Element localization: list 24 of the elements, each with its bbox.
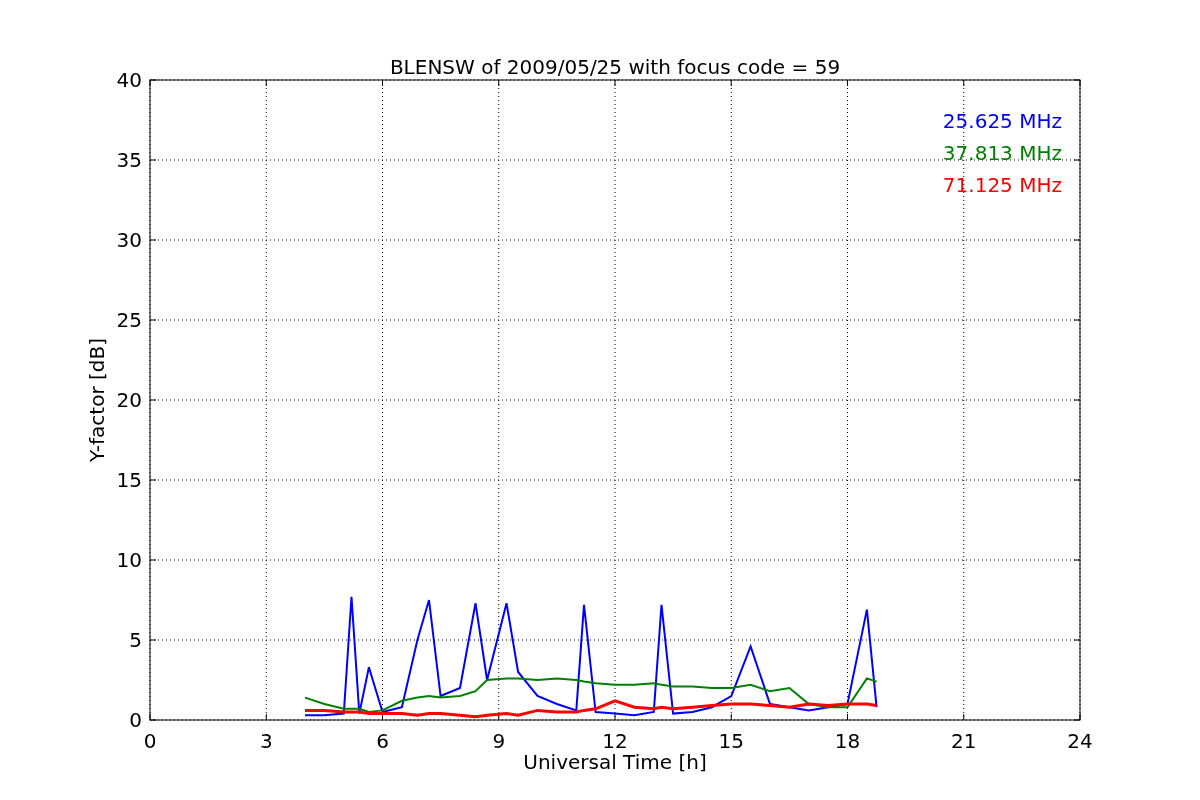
x-tick-label: 24	[1067, 729, 1093, 753]
x-tick-label: 18	[834, 729, 861, 753]
x-tick-label: 6	[376, 729, 389, 753]
chart-title: BLENSW of 2009/05/25 with focus code = 59	[389, 55, 841, 79]
y-axis-label: Y-factor [dB]	[85, 338, 109, 462]
y-tick-label: 30	[116, 228, 142, 252]
y-tick-label: 25	[116, 308, 142, 332]
y-tick-label: 0	[129, 708, 142, 732]
y-tick-label: 20	[116, 388, 142, 412]
legend-entry: 71.125 MHz	[942, 173, 1062, 197]
x-tick-label: 15	[718, 729, 744, 753]
y-tick-label: 5	[129, 628, 142, 652]
x-axis-label: Universal Time [h]	[523, 750, 707, 774]
y-tick-label: 40	[116, 68, 142, 92]
x-tick-label: 21	[951, 729, 977, 753]
x-tick-label: 12	[602, 729, 628, 753]
x-tick-label: 0	[143, 729, 157, 753]
y-tick-label: 15	[116, 468, 142, 492]
y-tick-label: 10	[116, 548, 142, 572]
legend-entry: 25.625 MHz	[942, 109, 1062, 133]
legend-entry: 37.813 MHz	[942, 141, 1062, 165]
x-tick-label: 3	[259, 729, 273, 753]
x-tick-label: 9	[492, 729, 506, 753]
y-tick-label: 35	[116, 148, 142, 172]
